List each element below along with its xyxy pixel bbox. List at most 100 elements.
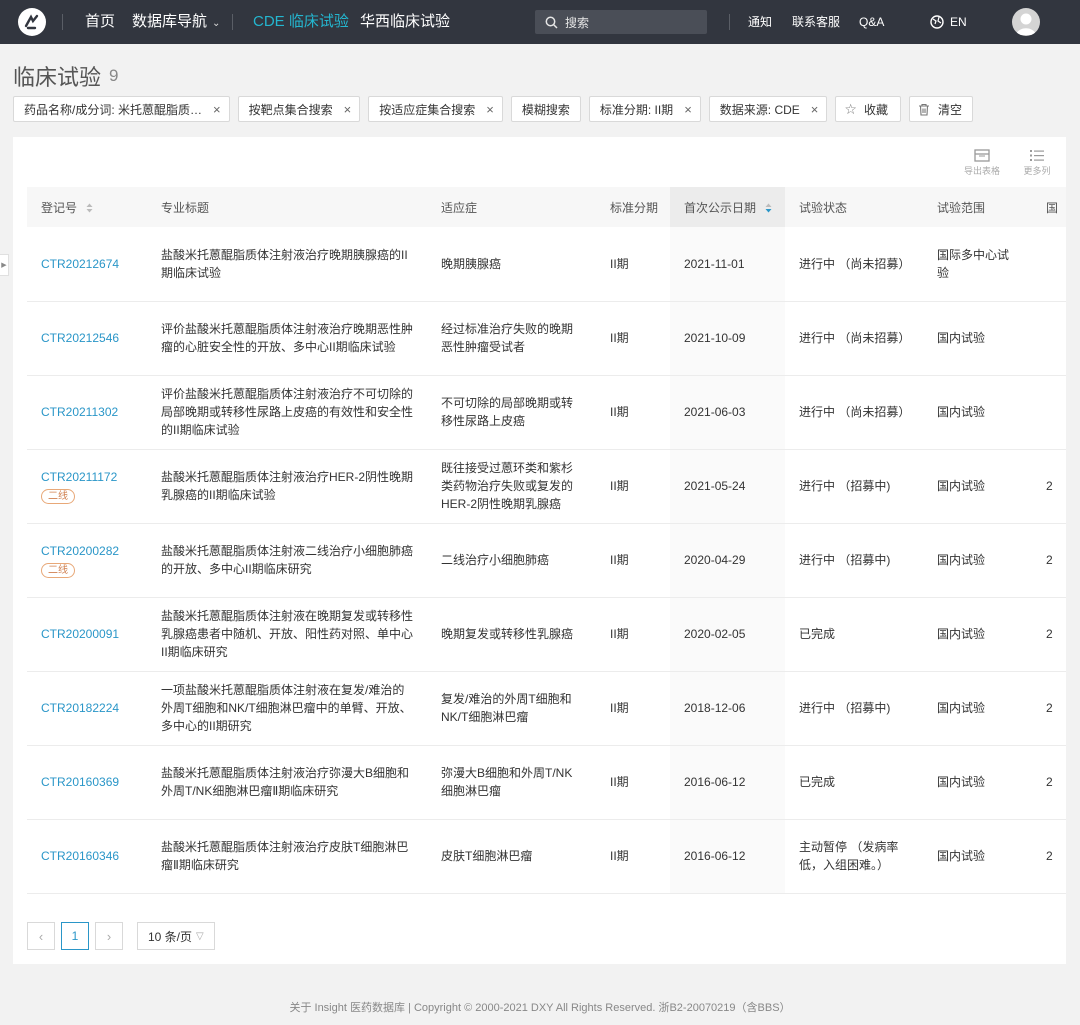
table-row[interactable]: CTR20212546 评价盐酸米托蒽醌脂质体注射液治疗晚期恶性肿瘤的心脏安全性的…	[27, 301, 1066, 376]
chevron-down-icon: ▽	[196, 930, 204, 942]
reg-no-link[interactable]: CTR20160369	[41, 775, 119, 789]
nav-notice[interactable]: 通知	[748, 0, 772, 44]
search-box[interactable]: 搜索	[535, 10, 707, 34]
cell-date: 2021-05-24	[670, 449, 785, 524]
reg-no-link[interactable]: CTR20200282	[41, 544, 119, 558]
column-header-reg-no[interactable]: 登记号	[27, 187, 147, 227]
table-row[interactable]: CTR20182224 一项盐酸米托蒽醌脂质体注射液在复发/难治的外周T细胞和NK…	[27, 671, 1066, 746]
language-switch[interactable]: EN	[930, 0, 967, 44]
more-columns-label: 更多列	[1023, 166, 1051, 176]
table-row[interactable]: CTR20200091 盐酸米托蒽醌脂质体注射液在晚期复发或转移性乳腺癌患者中随机…	[27, 597, 1066, 672]
reg-no-link[interactable]: CTR20212674	[41, 257, 119, 271]
line-tag-badge: 二线	[41, 563, 75, 578]
close-icon[interactable]: ×	[213, 103, 221, 116]
cell-scope: 国际多中心试验	[923, 227, 1032, 302]
column-header-title: 专业标题	[147, 187, 427, 227]
cell-reg-no: CTR20200282 二线	[27, 523, 147, 598]
cell-reg-no: CTR20212674	[27, 227, 147, 302]
cell-status: 进行中 （招募中)	[785, 671, 923, 746]
chevron-left-icon: ‹	[38, 928, 44, 944]
page-size-select[interactable]: 10 条/页 ▽	[137, 922, 215, 950]
cell-scope: 国内试验	[923, 745, 1032, 820]
cell-date: 2020-04-29	[670, 523, 785, 598]
nav-database-menu[interactable]: 数据库导航 ⌄	[132, 0, 220, 44]
table-header-row: 登记号 专业标题 适应症 标准分期 首次公示日期 试验状态 试验范围 国	[27, 187, 1066, 227]
reg-no-link[interactable]: CTR20212546	[41, 331, 119, 345]
next-page-button[interactable]: ›	[95, 922, 123, 950]
cell-status: 进行中 （尚未招募）	[785, 301, 923, 376]
filter-chip-source[interactable]: 数据来源: CDE ×	[708, 96, 828, 122]
sort-desc-icon[interactable]	[765, 203, 772, 213]
cell-scope: 国内试验	[923, 671, 1032, 746]
close-icon[interactable]: ×	[344, 103, 352, 116]
nav-contact[interactable]: 联系客服	[792, 0, 840, 44]
page-number-button[interactable]: 1	[61, 922, 89, 950]
reg-no-link[interactable]: CTR20182224	[41, 701, 119, 715]
table-row[interactable]: CTR20160369 盐酸米托蒽醌脂质体注射液治疗弥漫大B细胞和外周T/NK细胞…	[27, 745, 1066, 820]
filter-chip-target[interactable]: 按靶点集合搜索 ×	[237, 96, 361, 122]
cell-phase: II期	[596, 375, 670, 450]
cell-extra: 2	[1032, 671, 1066, 746]
reg-no-link[interactable]: CTR20211302	[41, 405, 118, 419]
cell-phase: II期	[596, 597, 670, 672]
table-row[interactable]: CTR20160346 盐酸米托蒽醌脂质体注射液治疗皮肤T细胞淋巴瘤Ⅱ期临床研究皮…	[27, 819, 1066, 894]
export-table-button[interactable]: 导出表格	[964, 149, 1000, 177]
cell-status: 主动暂停 （发病率低，入组困难。）	[785, 819, 923, 894]
favorite-label: 收藏	[863, 102, 888, 117]
clear-label: 清空	[937, 102, 962, 117]
clear-button[interactable]: 清空	[908, 96, 973, 122]
results-table-wrapper: 登记号 专业标题 适应症 标准分期 首次公示日期 试验状态 试验范围 国 CTR…	[27, 187, 1066, 902]
table-row[interactable]: CTR20211302 评价盐酸米托蒽醌脂质体注射液治疗不可切除的局部晚期或转移性…	[27, 375, 1066, 450]
cell-phase: II期	[596, 671, 670, 746]
nav-divider	[232, 14, 233, 30]
nav-huaxi-trials[interactable]: 华西临床试验	[360, 0, 450, 44]
column-header-date[interactable]: 首次公示日期	[670, 187, 785, 227]
table-row[interactable]: CTR20200282 二线 盐酸米托蒽醌脂质体注射液二线治疗小细胞肺癌的开放、多中…	[27, 523, 1066, 598]
avatar[interactable]	[1012, 8, 1040, 36]
sort-icon[interactable]	[86, 203, 93, 213]
column-header-status: 试验状态	[785, 187, 923, 227]
filter-chip-label: 按适应症集合搜索	[379, 102, 476, 117]
filter-chip-label: 标准分期: II期	[599, 102, 674, 117]
cell-status: 已完成	[785, 597, 923, 672]
cell-title: 盐酸米托蒽醌脂质体注射液治疗HER-2阴性晚期乳腺癌的II期临床试验	[147, 449, 427, 524]
search-input[interactable]: 搜索	[565, 14, 589, 31]
table-row[interactable]: CTR20211172 二线 盐酸米托蒽醌脂质体注射液治疗HER-2阴性晚期乳腺癌的…	[27, 449, 1066, 524]
filter-chip-fuzzy[interactable]: 模糊搜索	[510, 96, 581, 122]
favorite-button[interactable]: ☆ 收藏	[835, 96, 901, 122]
filter-chip-label: 药品名称/成分词: 米托蒽醌脂质…	[24, 102, 203, 117]
reg-no-link[interactable]: CTR20200091	[41, 627, 119, 641]
close-icon[interactable]: ×	[486, 103, 494, 116]
filter-chip-indication[interactable]: 按适应症集合搜索 ×	[368, 96, 503, 122]
cell-indication: 弥漫大B细胞和外周T/NK细胞淋巴瘤	[427, 745, 596, 820]
reg-no-link[interactable]: CTR20160346	[41, 849, 119, 863]
page-title: 临床试验	[13, 65, 102, 90]
cell-title: 一项盐酸米托蒽醌脂质体注射液在复发/难治的外周T细胞和NK/T细胞淋巴瘤中的单臂…	[147, 671, 427, 746]
nav-home[interactable]: 首页	[85, 0, 115, 44]
table-row[interactable]: CTR20212674 盐酸米托蒽醌脂质体注射液治疗晚期胰腺癌的II期临床试验 晚期…	[27, 227, 1066, 302]
cell-phase: II期	[596, 523, 670, 598]
cell-reg-no: CTR20211172 二线	[27, 449, 147, 524]
search-icon	[545, 16, 558, 29]
close-icon[interactable]: ×	[811, 103, 819, 116]
reg-no-link[interactable]: CTR20211172	[41, 470, 117, 484]
column-header-indication: 适应症	[427, 187, 596, 227]
nav-cde-trials[interactable]: CDE 临床试验	[253, 0, 349, 44]
cell-extra: 2	[1032, 819, 1066, 894]
language-label: EN	[950, 15, 967, 29]
filter-chip-drug[interactable]: 药品名称/成分词: 米托蒽醌脂质… ×	[13, 96, 230, 122]
filter-chip-phase[interactable]: 标准分期: II期 ×	[588, 96, 701, 122]
column-header-phase: 标准分期	[596, 187, 670, 227]
prev-page-button[interactable]: ‹	[27, 922, 55, 950]
column-header-scope: 试验范围	[923, 187, 1032, 227]
more-columns-button[interactable]: 更多列	[1019, 149, 1055, 177]
close-icon[interactable]: ×	[684, 103, 692, 116]
sidebar-expand-toggle[interactable]: ▶	[0, 254, 9, 276]
cell-title: 盐酸米托蒽醌脂质体注射液治疗晚期胰腺癌的II期临床试验	[147, 227, 427, 302]
logo-icon[interactable]	[18, 8, 46, 36]
globe-icon	[930, 15, 944, 29]
cell-extra: 2	[1032, 597, 1066, 672]
cell-reg-no: CTR20211302	[27, 375, 147, 450]
nav-qa[interactable]: Q&A	[859, 0, 884, 44]
trash-icon	[918, 103, 929, 116]
